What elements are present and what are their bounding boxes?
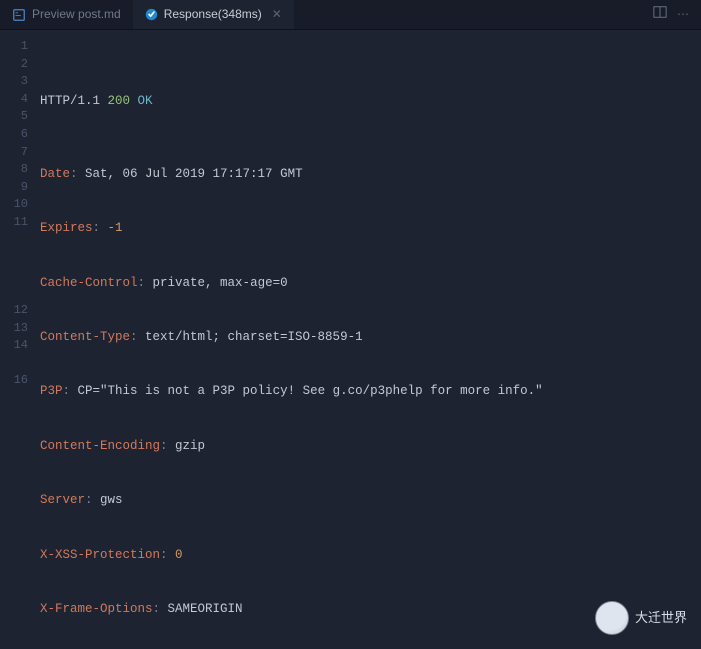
line-gutter: 1234567 8910 11 121314 16 (0, 30, 38, 649)
preview-icon (12, 8, 26, 22)
watermark: 大迁世界 (595, 601, 687, 635)
split-editor-icon[interactable] (653, 5, 667, 24)
code-area[interactable]: HTTP/1.1 200 OK Date: Sat, 06 Jul 2019 1… (38, 30, 701, 649)
tab-preview-label: Preview post.md (32, 6, 121, 23)
response-icon (145, 8, 158, 21)
http-status-line: HTTP/1.1 200 OK (40, 92, 693, 110)
tab-preview[interactable]: Preview post.md (0, 0, 133, 29)
tab-response-label: Response(348ms) (164, 6, 262, 23)
close-icon[interactable]: ✕ (272, 6, 282, 23)
tab-right-actions: ⋯ (641, 5, 701, 24)
avatar-icon (595, 601, 629, 635)
tab-response[interactable]: Response(348ms) ✕ (133, 0, 294, 29)
editor: 1234567 8910 11 121314 16 HTTP/1.1 200 O… (0, 30, 701, 649)
watermark-text: 大迁世界 (635, 609, 687, 628)
more-actions-icon[interactable]: ⋯ (677, 6, 689, 23)
tab-bar: Preview post.md Response(348ms) ✕ ⋯ (0, 0, 701, 30)
